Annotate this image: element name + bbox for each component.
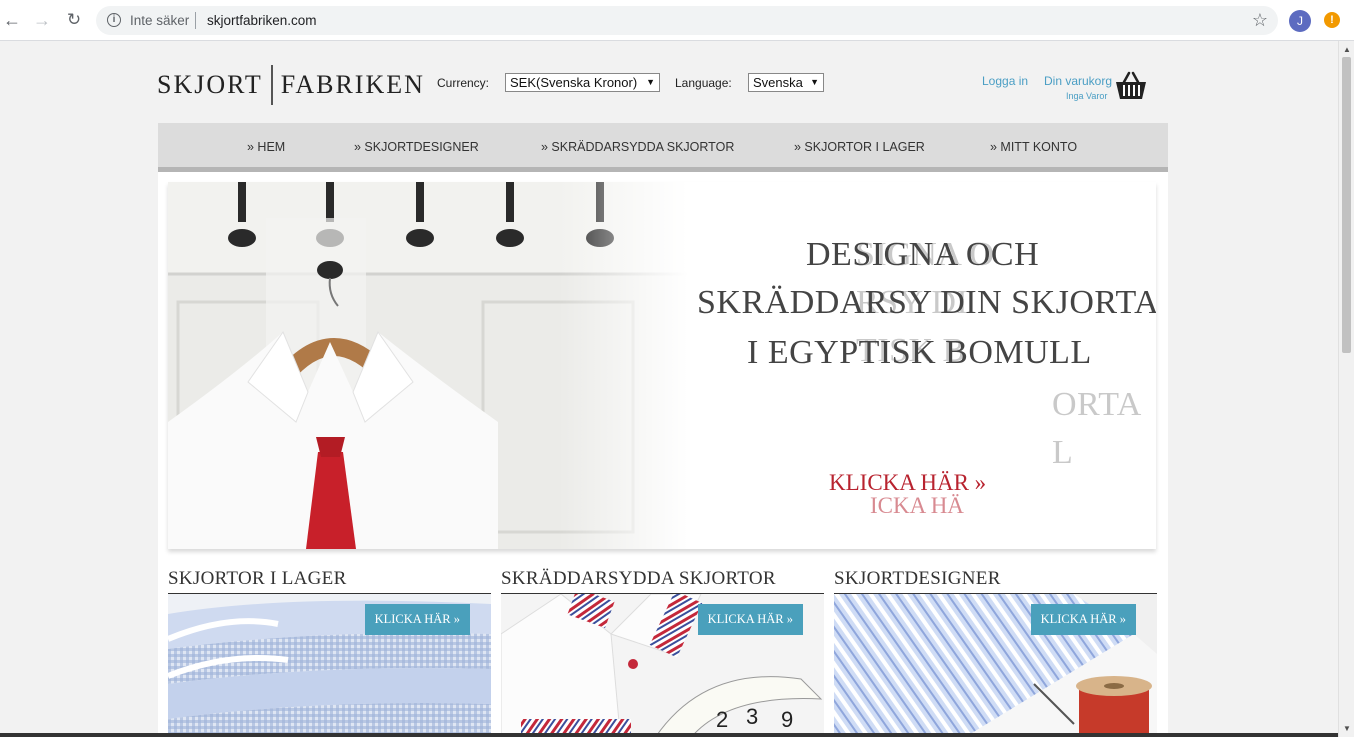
scroll-down-arrow-icon[interactable]: ▼: [1343, 724, 1351, 733]
section-image-shirts-stack[interactable]: KLICKA HÄR »: [168, 594, 491, 737]
scroll-up-arrow-icon[interactable]: ▲: [1343, 45, 1351, 54]
section-skjortor-lager: SKJORTOR I LAGER KLICKA HÄR »: [168, 568, 491, 737]
hero-headline: SKRÄDDARSY DIN SKJORTA: [697, 284, 1156, 321]
taskbar-edge: [0, 733, 1338, 737]
section-skjortdesigner: SKJORTDESIGNER KLICKA HÄR »: [834, 568, 1157, 737]
login-link[interactable]: Logga in: [982, 74, 1028, 88]
url-text[interactable]: skjortfabriken.com: [207, 13, 317, 28]
dropdown-arrow-icon: ▼: [810, 77, 819, 87]
hero-headline: I EGYPTISK BOMULL: [747, 334, 1092, 371]
logo-text-left: SKJORT: [157, 70, 263, 99]
address-bar[interactable]: i Inte säker skjortfabriken.com ☆: [96, 6, 1278, 35]
cart-link[interactable]: Din varukorg: [1044, 74, 1112, 88]
section-cta-button[interactable]: KLICKA HÄR »: [697, 604, 803, 635]
section-title: SKJORTOR I LAGER: [168, 568, 491, 594]
main-navigation: » HEM » SKJORTDESIGNER » SKRÄDDARSYDDA S…: [158, 123, 1168, 172]
info-icon[interactable]: i: [107, 13, 121, 27]
hero-cta-link[interactable]: KLICKA HÄR »: [829, 470, 986, 496]
logo-divider: [270, 65, 273, 105]
svg-text:3: 3: [746, 704, 758, 729]
url-divider: [195, 12, 196, 29]
currency-label: Currency:: [437, 76, 490, 90]
cart-status: Inga Varor: [1066, 91, 1108, 101]
section-cta-button[interactable]: KLICKA HÄR »: [364, 604, 470, 635]
dropdown-arrow-icon: ▼: [646, 77, 655, 87]
basket-icon[interactable]: [1114, 70, 1148, 102]
scrollbar-thumb[interactable]: [1342, 57, 1351, 353]
section-image-designer[interactable]: KLICKA HÄR »: [834, 594, 1157, 737]
main-content: SIGNA O RSY DI TISK B ORTA L DESIGNA OCH…: [158, 172, 1168, 737]
section-skraddarsydda: SKRÄDDARSYDDA SKJORTOR 2 3 9 KLICKA HÄR …: [501, 568, 824, 737]
currency-select[interactable]: SEK(Svenska Kronor) ▼: [505, 73, 660, 92]
language-value: Svenska: [753, 75, 803, 90]
nav-item-mitt-konto[interactable]: » MITT KONTO: [990, 140, 1077, 154]
hero-banner[interactable]: SIGNA O RSY DI TISK B ORTA L DESIGNA OCH…: [168, 182, 1156, 549]
hero-ghost-text: ORTA: [1052, 386, 1142, 423]
browser-toolbar: ← → ↻ i Inte säker skjortfabriken.com ☆ …: [0, 0, 1354, 41]
vertical-scrollbar[interactable]: ▲ ▼: [1338, 41, 1354, 737]
section-title: SKJORTDESIGNER: [834, 568, 1157, 594]
bookmark-star-icon[interactable]: ☆: [1252, 10, 1268, 31]
language-select[interactable]: Svenska ▼: [748, 73, 824, 92]
svg-text:2: 2: [716, 707, 728, 732]
currency-value: SEK(Svenska Kronor): [510, 75, 638, 90]
section-title: SKRÄDDARSYDDA SKJORTOR: [501, 568, 824, 594]
logo-text-right: FABRIKEN: [280, 70, 425, 99]
nav-item-lager[interactable]: » SKJORTOR I LAGER: [794, 140, 925, 154]
forward-arrow-icon[interactable]: →: [32, 10, 52, 30]
hero-ghost-text: L: [1052, 434, 1074, 471]
section-image-tailored[interactable]: 2 3 9 KLICKA HÄR »: [501, 594, 824, 737]
page-viewport: SKJORT FABRIKEN Currency: SEK(Svenska Kr…: [0, 41, 1338, 737]
svg-text:9: 9: [781, 707, 793, 732]
hero-ghost-cta: ICKA HÄ: [870, 493, 964, 518]
nav-item-skjortdesigner[interactable]: » SKJORTDESIGNER: [354, 140, 479, 154]
site-logo[interactable]: SKJORT FABRIKEN: [157, 65, 425, 105]
security-status: Inte säker: [130, 13, 190, 28]
hero-shirt-image: [168, 182, 688, 549]
section-cta-button[interactable]: KLICKA HÄR »: [1030, 604, 1136, 635]
back-arrow-icon[interactable]: ←: [2, 10, 22, 30]
reload-icon[interactable]: ↻: [64, 10, 84, 30]
profile-avatar[interactable]: J: [1289, 10, 1311, 32]
update-alert-icon[interactable]: !: [1324, 12, 1340, 28]
hero-headline: DESIGNA OCH: [806, 236, 1040, 273]
nav-item-hem[interactable]: » HEM: [247, 140, 285, 154]
language-label: Language:: [675, 76, 732, 90]
nav-item-skraddarsydda[interactable]: » SKRÄDDARSYDDA SKJORTOR: [541, 140, 734, 154]
